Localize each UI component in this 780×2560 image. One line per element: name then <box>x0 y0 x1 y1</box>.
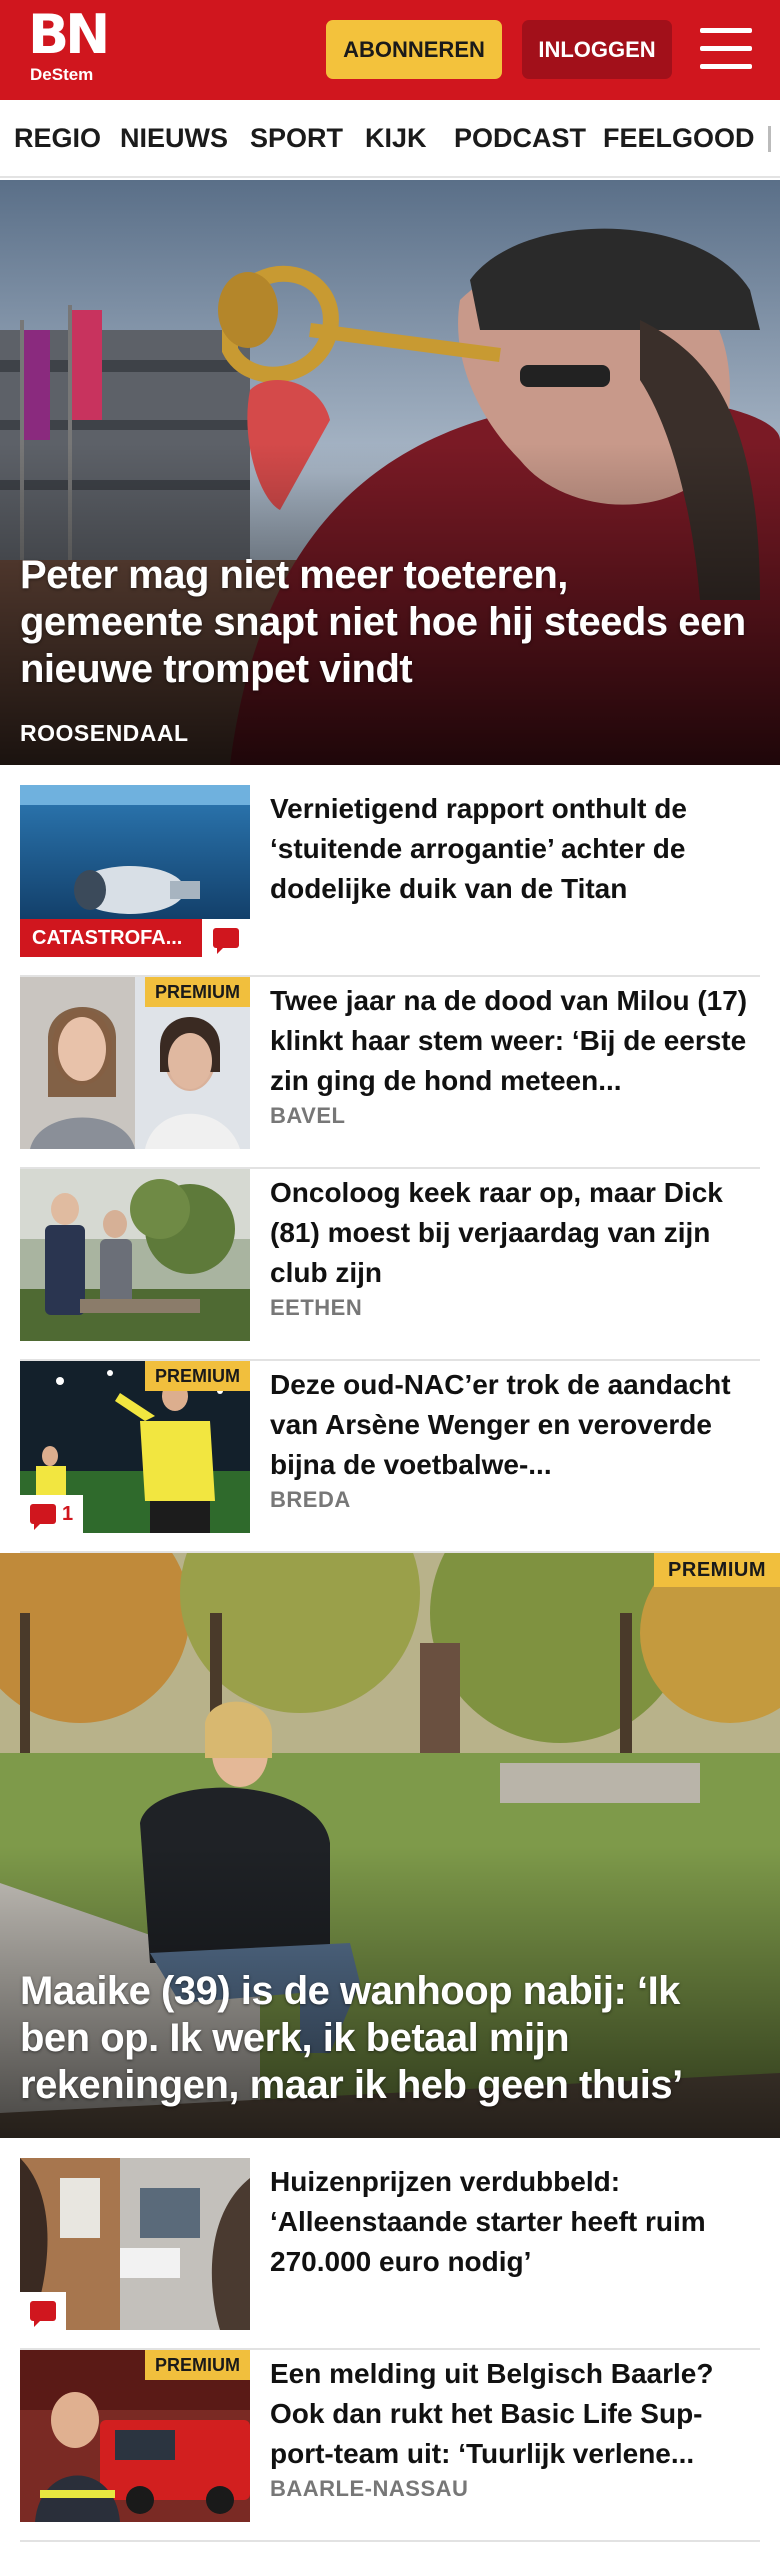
article-title[interactable]: Huizenprijzen verdubbeld: ‘Alleenstaande… <box>270 2162 750 2282</box>
article-location: EETHEN <box>270 1295 363 1320</box>
nav-item-sport[interactable]: SPORT <box>250 100 343 176</box>
comment-icon <box>30 2301 56 2327</box>
premium-badge: PREMIUM <box>145 2350 250 2380</box>
article-thumbnail: PREMIUM 1 <box>20 1361 250 1533</box>
nav-item-kijk[interactable]: KIJK <box>365 100 427 176</box>
premium-badge: PREMIUM <box>145 977 250 1007</box>
hero-article-title[interactable]: Peter mag niet meer toeteren, gemeente s… <box>20 552 750 693</box>
article-row[interactable]: PREMIUM 1 Deze oud-NAC’er trok de aandac… <box>20 1361 760 1553</box>
category-label[interactable]: CATASTROFA... <box>20 919 202 957</box>
article-location: BREDA <box>270 1487 351 1512</box>
article-location: BAVEL <box>270 1103 346 1128</box>
article-title[interactable]: Deze oud-NAC’er trok de aandacht van Ars… <box>270 1365 750 1485</box>
elderly-man-garden-image <box>20 1169 250 1341</box>
comment-badge[interactable]: 1 <box>20 1495 84 1533</box>
hero-article-title[interactable]: Maaike (39) is de wanhoop nabij: ‘Ik ben… <box>20 1968 750 2109</box>
article-row[interactable]: PREMIUM Een melding uit Belgisch Baarle?… <box>20 2350 760 2542</box>
article-row[interactable]: Oncoloog keek raar op, maar Dick (81) mo… <box>20 1169 760 1361</box>
article-thumbnail: PREMIUM <box>20 2350 250 2522</box>
article-thumbnail <box>20 1169 250 1341</box>
article-title[interactable]: Twee jaar na de dood van Milou (17) klin… <box>270 981 750 1101</box>
article-thumbnail: CATASTROFA... <box>20 785 250 957</box>
article-title[interactable]: Oncoloog keek raar op, maar Dick (81) mo… <box>270 1173 750 1293</box>
article-thumbnail <box>20 2158 250 2330</box>
site-logo[interactable]: BN DeStem <box>28 8 112 88</box>
comment-icon <box>30 1504 56 1530</box>
nav-item-nieuws[interactable]: NIEUWS <box>120 100 228 176</box>
premium-badge: PREMIUM <box>145 1361 250 1391</box>
article-row[interactable]: CATASTROFA... Vernietigend rapport onthu… <box>20 785 760 977</box>
comment-icon <box>213 928 239 954</box>
top-bar: BN DeStem ABONNEREN INLOGGEN <box>0 0 780 100</box>
login-button[interactable]: INLOGGEN <box>522 20 672 79</box>
comment-count: 1 <box>62 1503 74 1525</box>
hero-article-maaike[interactable]: PREMIUM Maaike (39) is de wanhoop nabij:… <box>0 1553 780 2138</box>
nav-item-feelgood[interactable]: FEELGOOD <box>603 100 755 176</box>
nav-item-podcast[interactable]: PODCAST <box>454 100 586 176</box>
nav-overflow-divider <box>768 126 771 152</box>
logo-sub-text: DeStem <box>30 65 94 84</box>
article-thumbnail: PREMIUM <box>20 977 250 1149</box>
article-row[interactable]: Huizenprijzen verdubbeld: ‘Alleenstaande… <box>20 2158 760 2350</box>
comment-badge[interactable] <box>202 919 250 957</box>
logo-main-text: BN <box>28 3 110 66</box>
hero-article-location: ROOSENDAAL <box>20 720 189 746</box>
article-location: BAARLE-NASSAU <box>270 2476 469 2501</box>
comment-badge[interactable] <box>20 2292 66 2330</box>
subscribe-button[interactable]: ABONNEREN <box>326 20 502 79</box>
premium-badge: PREMIUM <box>654 1553 780 1587</box>
hero-article-trumpet[interactable]: Peter mag niet meer toeteren, gemeente s… <box>0 180 780 765</box>
section-nav: REGIO NIEUWS SPORT KIJK PODCAST FEELGOOD <box>0 100 780 178</box>
article-row[interactable]: PREMIUM Twee jaar na de dood van Milou (… <box>20 977 760 1169</box>
nav-item-regio[interactable]: REGIO <box>14 100 101 176</box>
article-title[interactable]: Vernietigend rapport onthult de ‘stuiten… <box>270 789 750 909</box>
article-title[interactable]: Een melding uit Belgisch Baarle? Ook dan… <box>270 2354 750 2474</box>
hamburger-menu-icon[interactable] <box>700 26 752 72</box>
